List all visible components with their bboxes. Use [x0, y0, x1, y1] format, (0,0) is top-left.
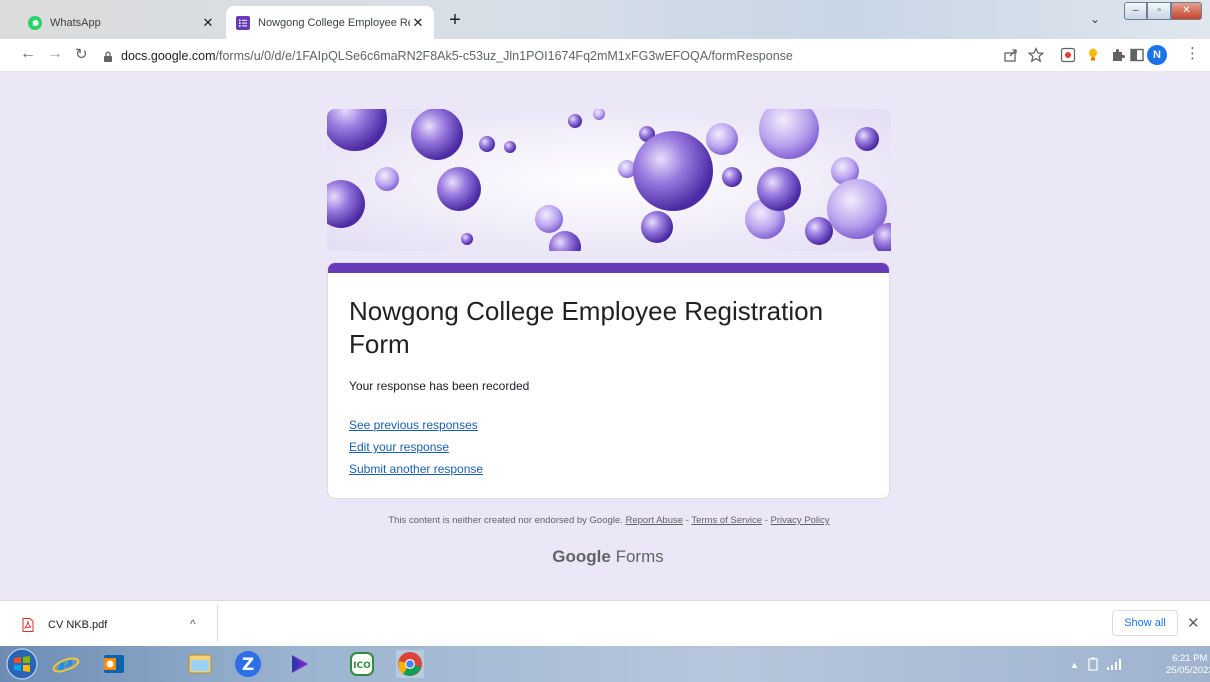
close-window-button[interactable]: ✕: [1170, 2, 1202, 20]
svg-text:Z: Z: [242, 655, 254, 675]
internet-explorer-icon[interactable]: e: [52, 650, 80, 678]
submit-another-response-link[interactable]: Submit another response: [349, 462, 483, 476]
report-abuse-link[interactable]: Report Abuse: [625, 515, 683, 526]
whatsapp-icon: [28, 15, 42, 30]
lightbulb-extension-icon[interactable]: [1085, 47, 1101, 63]
windows-taskbar: [0, 646, 1210, 682]
form-title: Nowgong College Employee Registration Fo…: [349, 296, 824, 359]
bookmark-star-icon[interactable]: [1028, 47, 1044, 63]
profile-avatar[interactable]: N: [1147, 45, 1167, 65]
new-tab-button[interactable]: +: [444, 10, 466, 32]
extensions-puzzle-icon[interactable]: [1110, 47, 1126, 63]
address-bar[interactable]: docs.google.com/forms/u/0/d/e/1FAIpQLSe6…: [103, 46, 973, 66]
battery-icon[interactable]: [1088, 657, 1098, 671]
screen-capture-extension-icon[interactable]: [1060, 47, 1076, 63]
svg-text:e: e: [58, 650, 73, 678]
icloud-app-icon[interactable]: ICO: [348, 650, 376, 678]
tab-title: Nowgong College Employee Reg: [258, 16, 410, 29]
tab-google-form[interactable]: Nowgong College Employee Reg ✕: [226, 6, 434, 39]
pdf-file-icon: [22, 618, 34, 632]
clock-date: 25/05/2023: [1166, 665, 1210, 676]
footer-disclaimer: This content is neither created nor endo…: [388, 515, 830, 526]
maximize-button[interactable]: ▫: [1147, 2, 1171, 20]
show-all-downloads-button[interactable]: Show all: [1112, 610, 1178, 636]
download-divider: [217, 604, 218, 642]
google-forms-logo[interactable]: Google Forms: [0, 547, 1210, 567]
close-downloads-bar-icon[interactable]: ✕: [1187, 614, 1200, 632]
clock-time: 6:21 PM: [1172, 653, 1208, 664]
disclaimer-text: This content is neither created nor endo…: [388, 515, 623, 526]
forward-arrow-icon[interactable]: →: [47, 45, 63, 63]
form-response-card: Nowgong College Employee Registration Fo…: [327, 262, 890, 499]
tab-close-icon[interactable]: ✕: [410, 15, 426, 31]
card-accent-bar: [328, 263, 889, 273]
confirmation-message: Your response has been recorded: [349, 379, 530, 393]
minimize-button[interactable]: –: [1124, 2, 1148, 20]
window-controls: – ▫ ✕: [1124, 2, 1202, 20]
brand-google: Google: [552, 547, 611, 566]
back-arrow-icon[interactable]: ←: [20, 45, 36, 63]
tab-close-icon[interactable]: ✕: [200, 15, 216, 31]
url-path: /forms/u/0/d/e/1FAIpQLSe6c6maRN2F8Ak5-c5…: [215, 49, 793, 63]
kebab-menu-icon[interactable]: ⋮: [1185, 44, 1200, 62]
file-explorer-icon[interactable]: [186, 650, 214, 678]
outlook-icon[interactable]: [100, 650, 128, 678]
zoom-icon[interactable]: Z: [234, 650, 262, 678]
download-item[interactable]: CV NKB.pdf: [22, 614, 218, 636]
system-clock[interactable]: 6:21 PM 25/05/2023: [1166, 653, 1210, 677]
bubbles-illustration: [327, 109, 891, 251]
terms-of-service-link[interactable]: Terms of Service: [691, 515, 762, 526]
google-forms-icon: [236, 15, 250, 30]
show-hidden-icons-chevron[interactable]: ▲: [1070, 660, 1079, 670]
media-app-icon[interactable]: [286, 650, 314, 678]
chevron-up-icon[interactable]: ^: [190, 617, 196, 631]
side-panel-icon[interactable]: [1129, 47, 1145, 63]
tab-title: WhatsApp: [50, 16, 101, 29]
tab-search-chevron-icon[interactable]: ⌄: [1090, 12, 1100, 26]
privacy-policy-link[interactable]: Privacy Policy: [771, 515, 830, 526]
edit-response-link[interactable]: Edit your response: [349, 440, 449, 454]
url-host: docs.google.com: [121, 49, 216, 63]
lock-icon: [104, 51, 112, 62]
windows-start-icon[interactable]: [6, 648, 38, 680]
svg-text:ICO: ICO: [353, 661, 371, 671]
brand-forms: Forms: [615, 547, 664, 566]
chrome-icon[interactable]: [396, 650, 424, 678]
network-signal-icon[interactable]: [1106, 658, 1122, 670]
reload-icon[interactable]: ↻: [75, 45, 88, 63]
see-previous-responses-link[interactable]: See previous responses: [349, 418, 478, 432]
download-file-name: CV NKB.pdf: [48, 619, 108, 631]
form-header-image: [327, 109, 891, 251]
share-icon[interactable]: [1003, 47, 1019, 63]
tab-whatsapp[interactable]: WhatsApp ✕: [18, 6, 224, 39]
